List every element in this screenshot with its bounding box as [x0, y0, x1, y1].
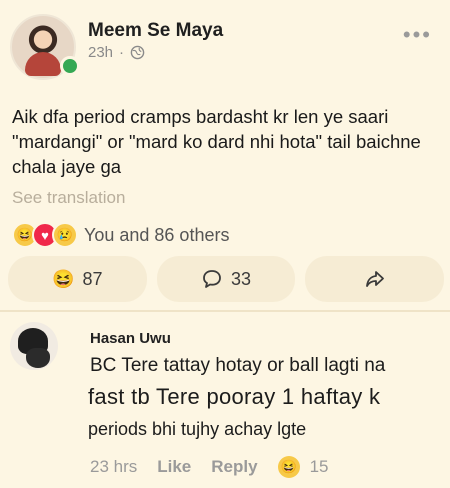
post-card: Meem Se Maya 23h · ••• Aik dfa period cr… — [0, 0, 450, 312]
meta-separator: · — [119, 44, 125, 61]
comment-react-count: 15 — [309, 457, 329, 476]
comment-text-line: BC Tere tattay hotay or ball lagti na — [90, 355, 386, 376]
post-time[interactable]: 23h — [88, 44, 113, 61]
reactions-text: You and 86 others — [84, 224, 230, 245]
more-options-icon[interactable]: ••• — [403, 22, 432, 48]
share-button[interactable] — [305, 256, 445, 302]
see-translation-link[interactable]: See translation — [12, 188, 125, 208]
comment-icon — [203, 270, 221, 288]
post-actions-bar: 😆 87 33 — [8, 256, 445, 302]
avatar-beard — [26, 348, 50, 368]
comment-time[interactable]: 23 hrs — [90, 457, 137, 477]
like-button[interactable]: Like — [157, 457, 191, 477]
globe-icon — [130, 45, 145, 60]
sad-icon: 😢 — [52, 222, 78, 248]
commenter-avatar[interactable] — [10, 322, 58, 370]
comment-text-line: periods bhi tujhy achay lgte — [88, 419, 307, 439]
commenter-name[interactable]: Hasan Uwu — [90, 330, 171, 347]
online-status-dot — [60, 56, 80, 76]
avatar-figure — [25, 52, 61, 76]
post-meta: 23h · — [88, 44, 145, 61]
author-name[interactable]: Meem Se Maya — [88, 20, 223, 42]
post-body: Aik dfa period cramps bardasht kr len ye… — [12, 106, 421, 177]
share-arrow-icon — [365, 271, 384, 287]
comment-text-line: fast tb Tere pooray 1 haftay k — [88, 384, 381, 409]
reactions-summary[interactable]: 😆 ♥ 😢 You and 86 others — [12, 222, 229, 248]
reply-button[interactable]: Reply — [211, 457, 257, 477]
comment-item: Hasan Uwu BC Tere tattay hotay or ball l… — [0, 312, 450, 488]
comment-reactions[interactable]: 😆 15 — [277, 456, 329, 478]
haha-icon: 😆 — [52, 268, 75, 289]
haha-icon: 😆 — [277, 456, 300, 478]
react-count: 87 — [82, 268, 103, 289]
comment-button[interactable]: 33 — [156, 256, 296, 302]
react-button[interactable]: 😆 87 — [8, 256, 147, 302]
comment-count: 33 — [230, 268, 252, 289]
comment-footer: 23 hrs Like Reply 😆 15 — [90, 456, 329, 478]
